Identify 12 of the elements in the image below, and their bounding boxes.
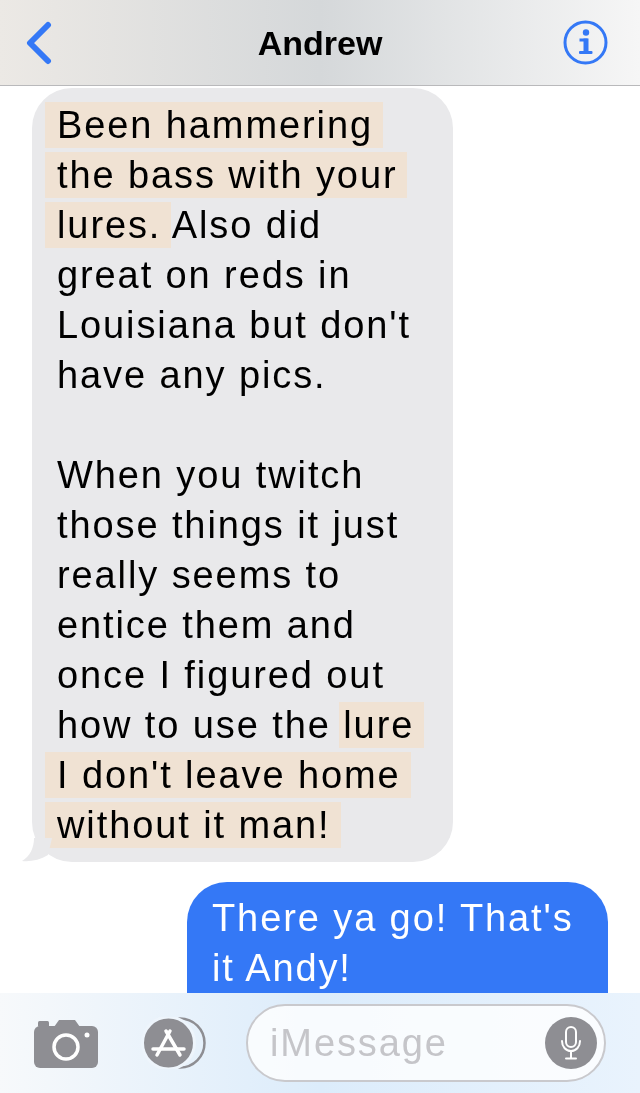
info-icon bbox=[563, 20, 608, 65]
microphone-icon bbox=[560, 1026, 582, 1060]
back-button[interactable] bbox=[25, 20, 53, 65]
message-text: There ya go! That's it Andy! bbox=[211, 896, 575, 991]
camera-icon bbox=[34, 1018, 98, 1068]
camera-button[interactable] bbox=[34, 1018, 98, 1068]
contact-name: Andrew bbox=[257, 25, 383, 60]
back-chevron-icon bbox=[25, 20, 53, 65]
app-store-button[interactable] bbox=[141, 1017, 207, 1069]
message-text: Been hammering the bass with your lures. Also did great on reds in Louisiana but don't have any pics. When you twitch those things it just really seems to entice them and once I figured out how to use the lure I don't leave home without it man! bbox=[45, 100, 443, 850]
info-button[interactable] bbox=[563, 20, 608, 65]
app-store-icon bbox=[141, 1017, 207, 1069]
